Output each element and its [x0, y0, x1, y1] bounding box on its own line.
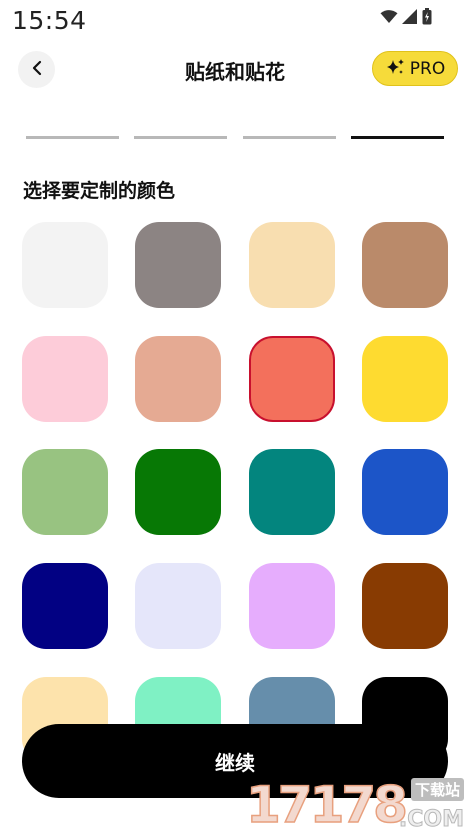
color-swatch[interactable]	[22, 336, 108, 422]
step-progress	[0, 136, 470, 140]
color-swatch[interactable]	[135, 449, 221, 535]
watermark-digits: 17178	[245, 775, 408, 835]
color-swatch-selected[interactable]	[249, 336, 335, 422]
pro-label: PRO	[409, 58, 446, 79]
color-swatch[interactable]	[22, 449, 108, 535]
watermark-logo: 17178 下载站 .COM	[245, 775, 468, 835]
wifi-icon	[380, 9, 398, 28]
watermark-domain: .COM	[398, 807, 464, 832]
color-swatch[interactable]	[362, 222, 448, 308]
step-indicator-1	[26, 136, 119, 139]
step-indicator-2	[134, 136, 227, 139]
section-title: 选择要定制的颜色	[23, 180, 176, 202]
continue-label: 继续	[215, 750, 255, 775]
color-swatch[interactable]	[22, 222, 108, 308]
color-swatch[interactable]	[249, 563, 335, 649]
status-time: 15:54	[12, 6, 87, 35]
pro-button[interactable]: PRO	[372, 51, 458, 86]
step-indicator-3	[243, 136, 336, 139]
color-swatch[interactable]	[249, 449, 335, 535]
status-bar: 15:54	[0, 0, 470, 40]
sparkle-icon	[385, 58, 405, 80]
battery-charging-icon	[422, 8, 432, 29]
color-swatch[interactable]	[135, 336, 221, 422]
header: 贴纸和贴花 PRO	[0, 48, 470, 90]
color-swatch[interactable]	[22, 563, 108, 649]
color-swatch[interactable]	[362, 449, 448, 535]
color-swatch[interactable]	[362, 563, 448, 649]
color-swatch[interactable]	[249, 222, 335, 308]
step-indicator-4	[351, 136, 444, 139]
color-swatch[interactable]	[135, 563, 221, 649]
color-swatch[interactable]	[362, 336, 448, 422]
status-icons	[380, 8, 432, 29]
watermark-site-label: 下载站	[410, 778, 464, 801]
color-swatch[interactable]	[135, 222, 221, 308]
signal-icon	[402, 9, 418, 28]
